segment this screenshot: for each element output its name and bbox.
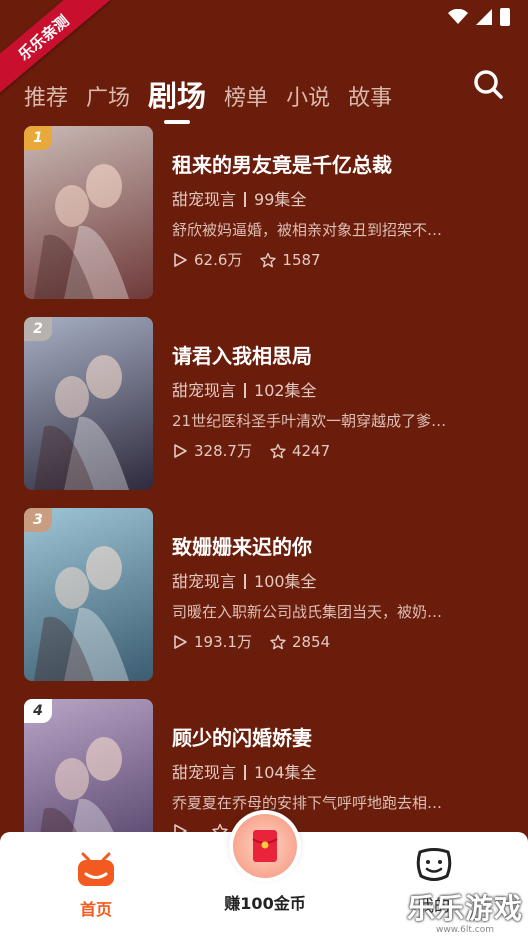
favorite-count: 1587	[260, 250, 321, 270]
play-icon	[174, 444, 187, 458]
drama-item[interactable]: 1 租来的男友竟是千亿总裁 甜宠现言 99集全 舒欣被妈逼婚，被相亲对象丑到招架不…	[0, 126, 528, 317]
tab-recommend[interactable]: 推荐	[24, 84, 68, 114]
play-icon	[174, 253, 187, 267]
drama-description: 舒欣被妈逼婚，被相亲对象丑到招架不…	[172, 221, 443, 239]
favorite-count-value: 1587	[282, 251, 321, 269]
nav-home[interactable]: 首页	[74, 850, 118, 920]
meta-divider	[244, 765, 247, 780]
meta-divider	[244, 192, 247, 207]
genre-label: 甜宠现言	[172, 572, 237, 591]
drama-item[interactable]: 2 请君入我相思局 甜宠现言 102集全 21世纪医科圣手叶清欢一朝穿越成了爹… …	[0, 317, 528, 508]
face-icon	[416, 848, 452, 881]
tab-square[interactable]: 广场	[86, 84, 130, 114]
battery-icon	[500, 8, 510, 26]
poster-art	[34, 546, 129, 681]
genre-label: 甜宠现言	[172, 381, 237, 400]
category-tabs: 推荐 广场 剧场 榜单 小说 故事	[24, 64, 392, 114]
meta-divider	[244, 383, 247, 398]
episode-count: 104集全	[254, 763, 317, 782]
coin-circle	[229, 810, 301, 882]
signal-icon	[476, 9, 492, 25]
drama-stats: 328.7万 4247	[172, 441, 502, 461]
drama-stats: 62.6万 1587	[172, 250, 502, 270]
drama-poster[interactable]: 3	[24, 508, 153, 681]
episode-count: 99集全	[254, 190, 307, 209]
coin-label: 赚100金币	[224, 894, 306, 913]
play-count-value: 193.1万	[194, 633, 252, 651]
drama-meta: 甜宠现言 100集全	[172, 572, 502, 592]
drama-info: 租来的男友竟是千亿总裁 甜宠现言 99集全 舒欣被妈逼婚，被相亲对象丑到招架不… …	[172, 126, 502, 270]
rank-badge: 2	[24, 317, 52, 341]
red-envelope-icon	[252, 830, 278, 862]
genre-label: 甜宠现言	[172, 763, 237, 782]
tab-story[interactable]: 故事	[348, 84, 392, 114]
favorite-count: 2854	[270, 632, 330, 652]
play-count: 328.7万	[172, 441, 252, 461]
rank-badge: 4	[24, 699, 52, 723]
drama-title[interactable]: 租来的男友竟是千亿总裁	[172, 152, 502, 178]
tab-ranking[interactable]: 榜单	[224, 84, 268, 114]
home-icon	[78, 852, 114, 886]
tab-theater[interactable]: 剧场	[148, 78, 206, 114]
drama-meta: 甜宠现言 99集全	[172, 190, 502, 210]
drama-meta: 甜宠现言 102集全	[172, 381, 502, 401]
genre-label: 甜宠现言	[172, 190, 237, 209]
play-icon	[174, 635, 187, 649]
episode-count: 100集全	[254, 572, 317, 591]
star-icon	[260, 252, 277, 268]
drama-info: 致姗姗来迟的你 甜宠现言 100集全 司暖在入职新公司战氏集团当天，被奶… 193…	[172, 508, 502, 652]
drama-poster[interactable]: 1	[24, 126, 153, 299]
drama-title[interactable]: 致姗姗来迟的你	[172, 534, 502, 560]
favorite-count: 4247	[270, 441, 330, 461]
coin-inner	[233, 814, 297, 878]
play-count-value: 328.7万	[194, 442, 252, 460]
drama-poster[interactable]: 2	[24, 317, 153, 490]
poster-art	[34, 355, 129, 490]
play-count: 193.1万	[172, 632, 252, 652]
rank-badge: 1	[24, 126, 52, 150]
drama-meta: 甜宠现言 104集全	[172, 763, 502, 783]
nav-home-label: 首页	[79, 900, 112, 919]
play-count: 62.6万	[172, 250, 242, 270]
wifi-icon	[448, 9, 468, 24]
drama-list: 1 租来的男友竟是千亿总裁 甜宠现言 99集全 舒欣被妈逼婚，被相亲对象丑到招架不…	[0, 126, 528, 890]
search-icon[interactable]	[472, 68, 504, 100]
drama-title[interactable]: 顾少的闪婚娇妻	[172, 725, 502, 751]
status-icons	[448, 8, 510, 26]
nav-earn-coins[interactable]: 赚100金币	[218, 810, 312, 914]
watermark: 乐乐游戏 www.6lt.com	[406, 894, 524, 938]
tab-novel[interactable]: 小说	[286, 84, 330, 114]
rank-badge: 3	[24, 508, 52, 532]
episode-count: 102集全	[254, 381, 317, 400]
favorite-count-value: 4247	[291, 442, 331, 460]
poster-art	[34, 164, 129, 299]
play-count-value: 62.6万	[194, 251, 243, 269]
star-icon	[270, 443, 286, 459]
bottom-nav: 首页 赚100金币 我的 乐乐游戏 www.6lt.com	[0, 810, 528, 940]
drama-title[interactable]: 请君入我相思局	[172, 343, 502, 369]
meta-divider	[244, 574, 247, 589]
favorite-count-value: 2854	[291, 633, 331, 651]
star-icon	[270, 634, 286, 650]
drama-stats: 193.1万 2854	[172, 632, 502, 652]
drama-description: 21世纪医科圣手叶清欢一朝穿越成了爹…	[172, 412, 447, 430]
watermark-main: 乐乐游戏	[406, 892, 523, 925]
drama-info: 请君入我相思局 甜宠现言 102集全 21世纪医科圣手叶清欢一朝穿越成了爹… 32…	[172, 317, 502, 461]
drama-item[interactable]: 3 致姗姗来迟的你 甜宠现言 100集全 司暖在入职新公司战氏集团当天，被奶… 1…	[0, 508, 528, 699]
drama-description: 司暖在入职新公司战氏集团当天，被奶…	[172, 603, 443, 621]
watermark-sub: www.6lt.com	[436, 925, 494, 935]
